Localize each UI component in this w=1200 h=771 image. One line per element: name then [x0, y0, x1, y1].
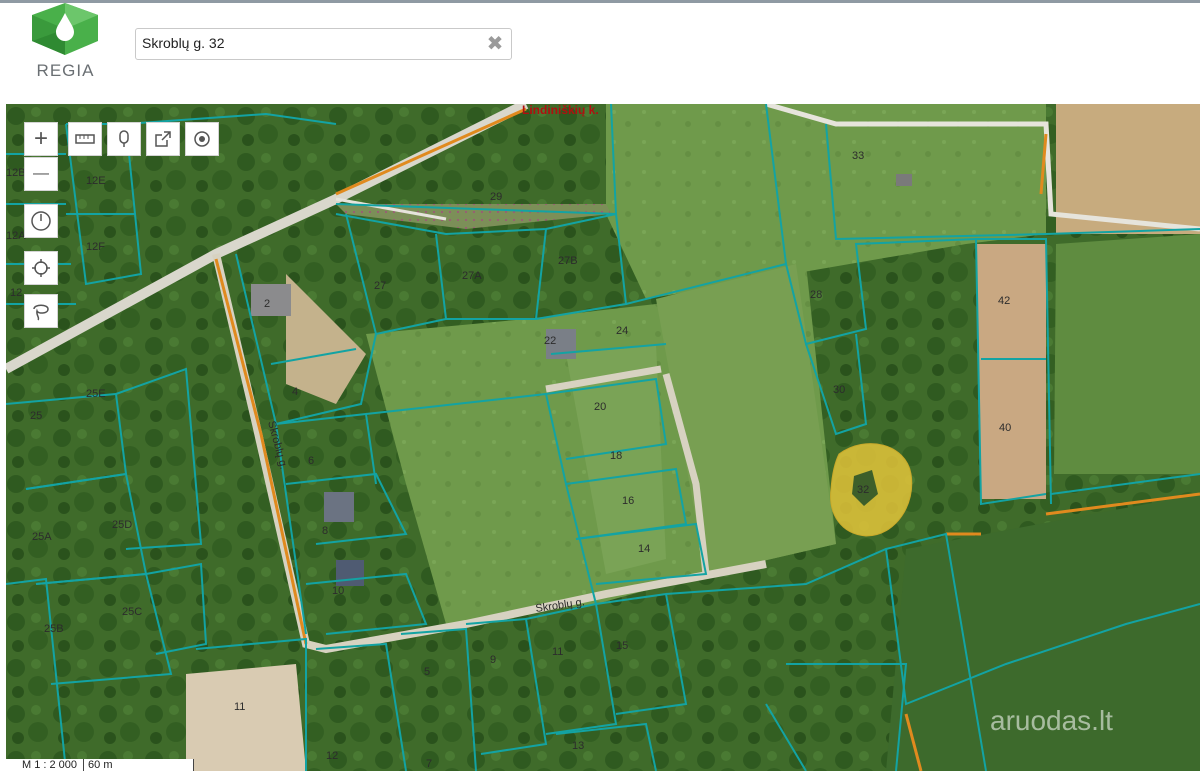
plot-label: 29 [490, 191, 502, 203]
plot-label: 15 [616, 640, 628, 652]
meadow-east [1054, 234, 1200, 474]
share-button[interactable] [146, 122, 180, 156]
search-input[interactable] [136, 29, 482, 57]
crosshair-icon [32, 259, 50, 277]
plot-label: 27A [462, 270, 482, 282]
plot-label: 16 [622, 495, 634, 507]
plot-label: 25B [44, 623, 64, 635]
clearing-plot-11 [186, 664, 306, 771]
plus-icon: + [33, 125, 48, 152]
minus-icon: — [33, 165, 49, 182]
locate-button[interactable] [185, 122, 219, 156]
plot-label: 22 [544, 335, 556, 347]
plot-label: 25 [30, 410, 42, 422]
lasso-icon [33, 304, 49, 321]
measure-button[interactable] [68, 122, 102, 156]
history-button[interactable] [24, 204, 58, 238]
plot-label: 11 [234, 701, 245, 713]
regia-logo-icon [32, 3, 98, 55]
watermark: aruodas.lt [990, 705, 1113, 736]
gps-button[interactable] [24, 251, 58, 285]
scale-bar: M 1 : 2 000 60 m [6, 759, 194, 771]
zoom-out-button[interactable]: — [24, 157, 58, 191]
target-icon [194, 131, 210, 147]
plot-label: 6 [308, 455, 314, 467]
plot-label: 40 [999, 422, 1011, 434]
plot-label: 30 [833, 384, 845, 396]
plot-label: 27 [374, 280, 386, 292]
plot-label: 10 [332, 585, 344, 597]
pin-icon [119, 130, 129, 147]
scale-distance: 60 m [83, 759, 194, 771]
building-8 [324, 492, 354, 522]
logo-text: REGIA [36, 61, 95, 80]
plot-label: 42 [998, 295, 1010, 307]
plot-label: 33 [852, 150, 864, 162]
plot-label: 28 [810, 289, 822, 301]
lasso-button[interactable] [24, 294, 58, 328]
plot-label: 18 [610, 450, 622, 462]
clear-icon[interactable]: ✖ [485, 33, 505, 55]
plot-label: 25D [112, 519, 132, 531]
scale-ratio: M 1 : 2 000 [22, 759, 78, 771]
building-33 [896, 174, 912, 186]
plot-label: 25E [86, 388, 106, 400]
plot-label: 11 [552, 646, 563, 658]
marker-button[interactable] [107, 122, 141, 156]
field-plots-40-42 [976, 244, 1046, 499]
plot-label-selected: 32 [857, 484, 869, 496]
clock-icon [31, 211, 51, 231]
plot-label: 25A [32, 531, 52, 543]
plot-label: 24 [616, 325, 628, 337]
building-10 [336, 560, 364, 586]
plot-label: 13 [572, 740, 584, 752]
plot-label: 7 [426, 758, 432, 770]
map-canvas[interactable]: 12E 12B 12A 12F 12 29 33 27 27A 27B 2 24… [6, 104, 1200, 771]
plot-label: 25C [122, 606, 142, 618]
plot-label: 9 [490, 654, 496, 666]
plot-label: 14 [638, 543, 650, 555]
plot-label: 4 [292, 386, 298, 398]
plot-label: 12E [86, 175, 106, 187]
header: REGIA ✖ [0, 3, 1200, 103]
ruler-icon [75, 134, 95, 144]
zoom-in-button[interactable]: + [24, 122, 58, 156]
plot-label: 12F [86, 241, 105, 253]
plot-label: 8 [322, 525, 328, 537]
address-search[interactable]: ✖ [135, 28, 512, 60]
plot-label: 27B [558, 255, 578, 267]
share-icon [155, 131, 171, 147]
plot-label: 12 [326, 750, 338, 762]
plot-label: 2 [264, 298, 270, 310]
plot-label: 20 [594, 401, 606, 413]
village-label: Lindiniškių k. [522, 104, 599, 117]
plot-label: 5 [424, 666, 430, 678]
plot-label: 12 [10, 287, 22, 299]
building-2 [251, 284, 291, 316]
plot-label: 12B [6, 167, 26, 179]
regia-logo[interactable]: REGIA [18, 3, 113, 103]
map-svg[interactable]: 12E 12B 12A 12F 12 29 33 27 27A 27B 2 24… [6, 104, 1200, 771]
